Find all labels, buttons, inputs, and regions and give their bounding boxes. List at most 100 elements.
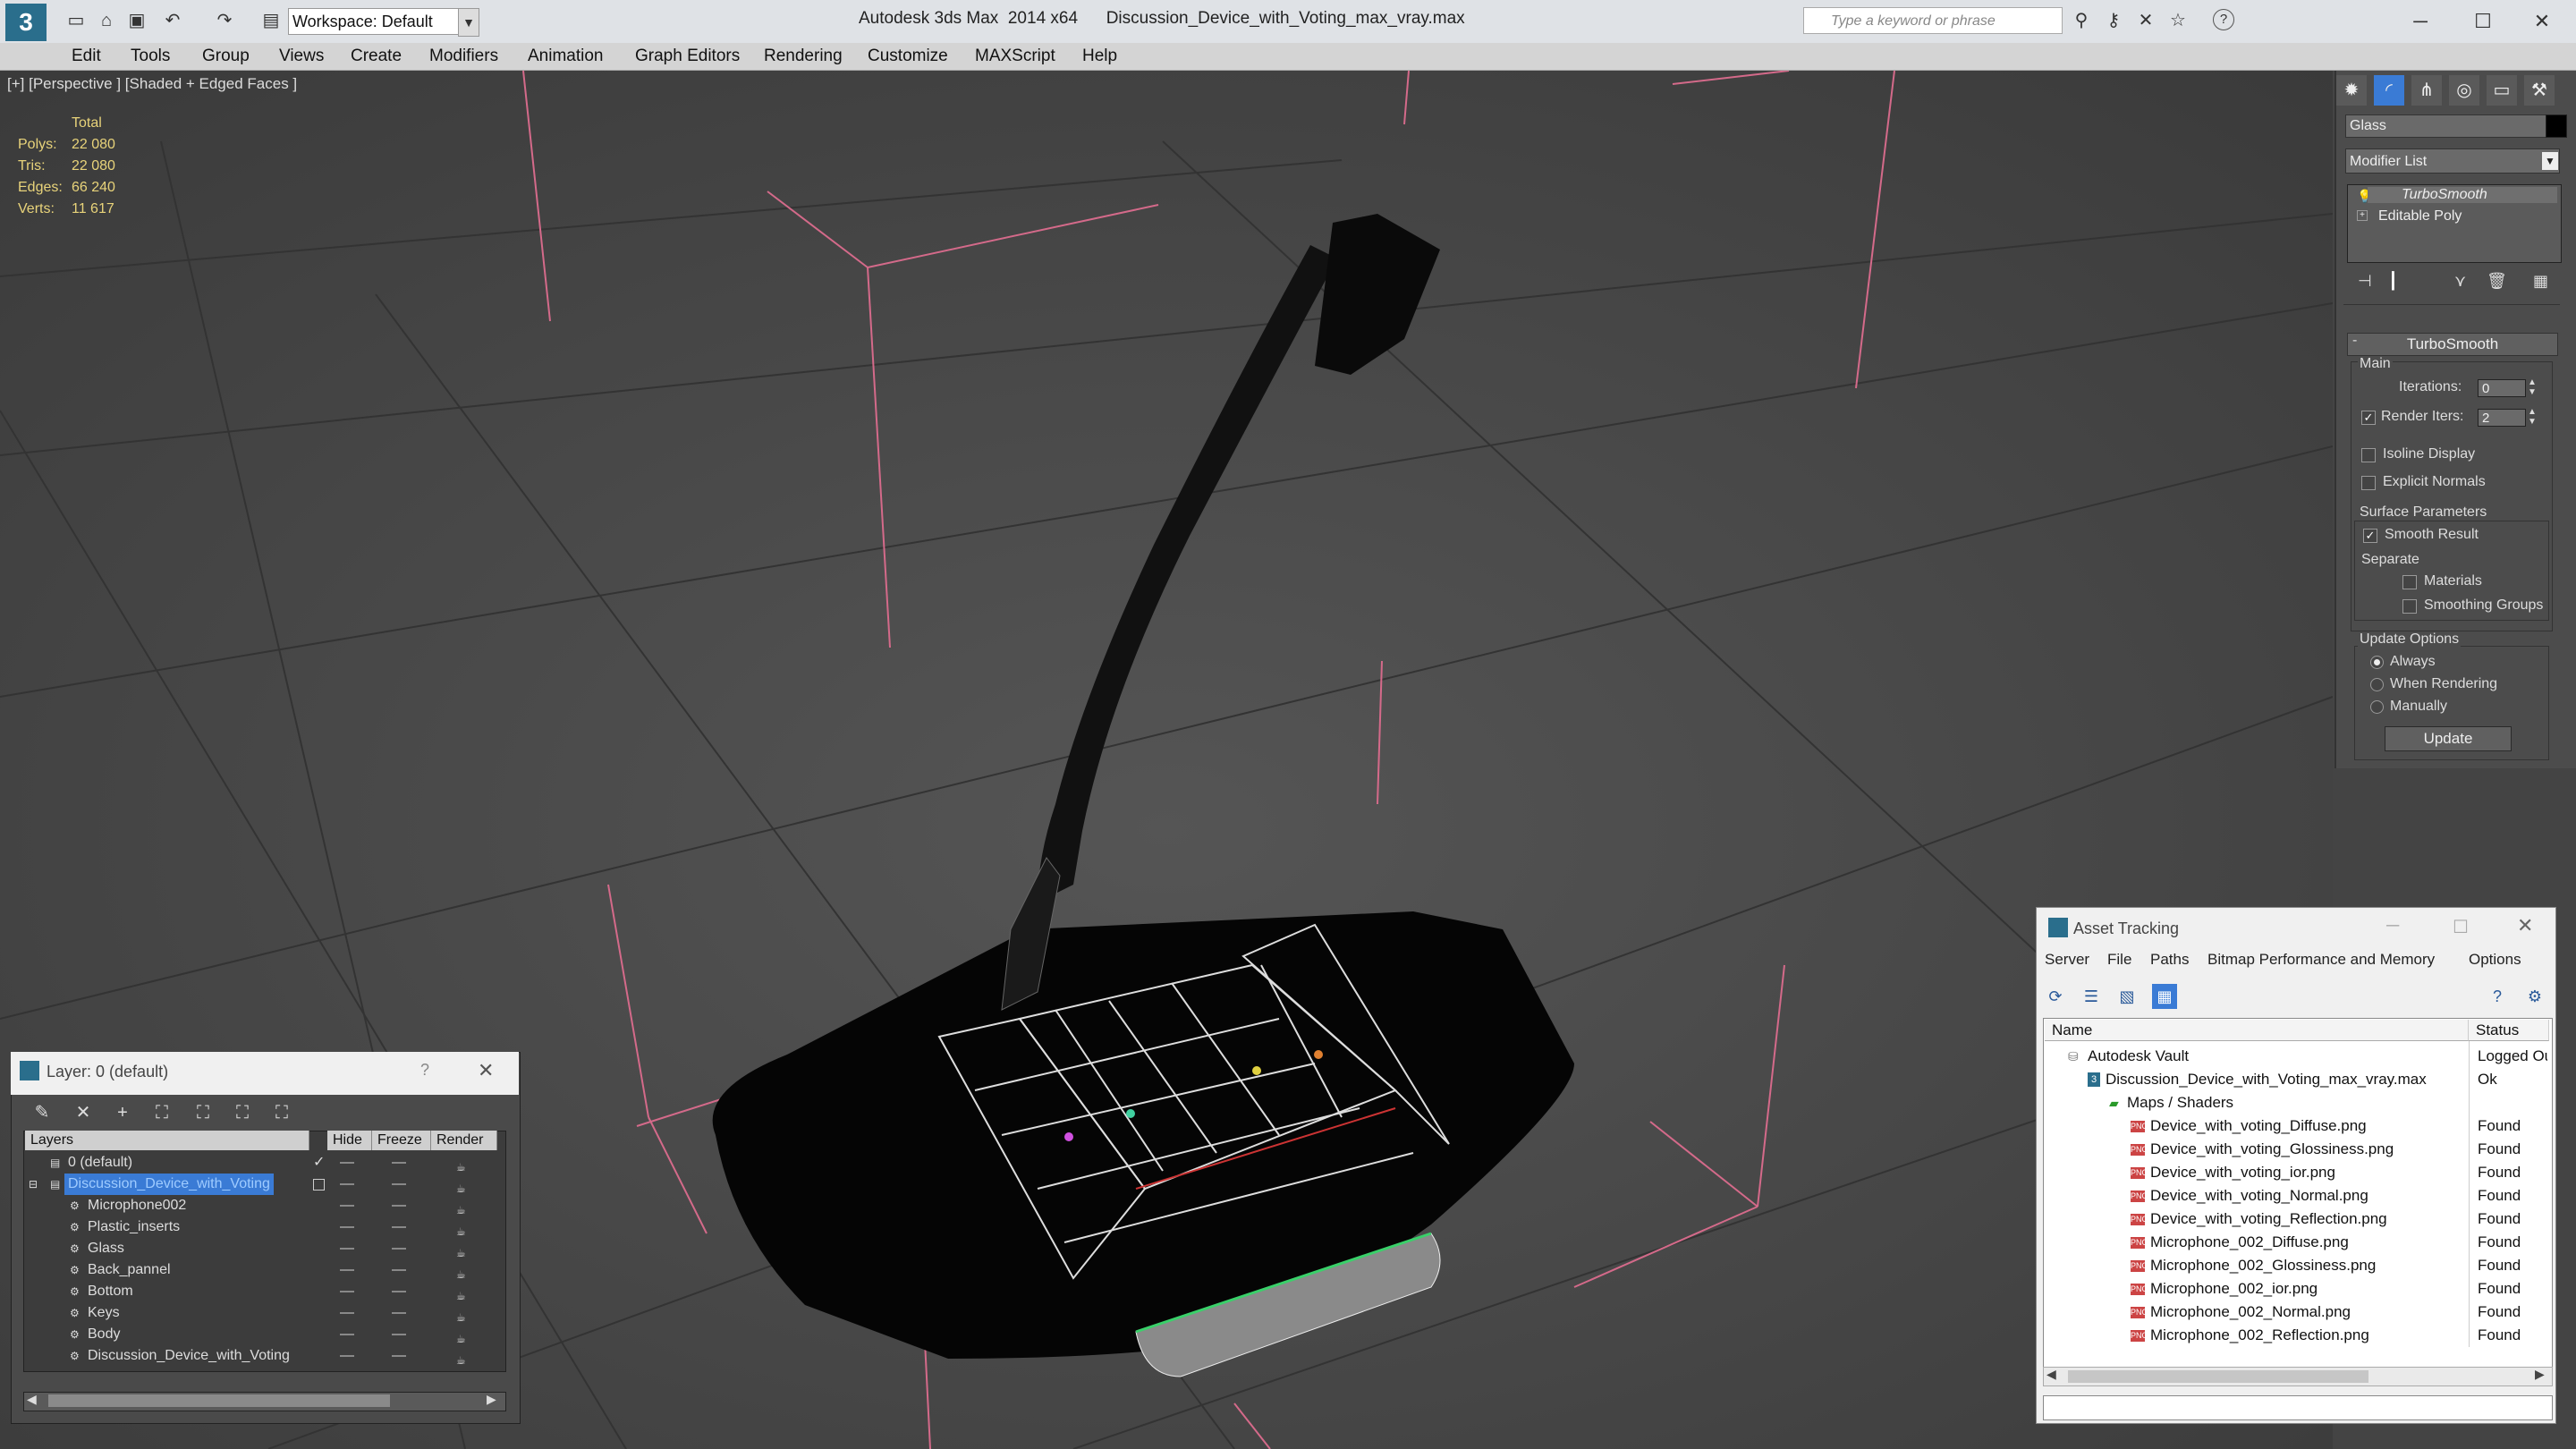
asset-name[interactable]: Autodesk Vault bbox=[2088, 1045, 2189, 1068]
menu-group[interactable]: Group bbox=[202, 45, 250, 68]
spinner-arrows-icon[interactable]: ▲ ▼ bbox=[2528, 407, 2537, 427]
freeze-toggle[interactable] bbox=[392, 1312, 406, 1314]
layer-name[interactable]: Glass bbox=[84, 1238, 128, 1259]
layer-row[interactable]: ⚙ Body ☕ bbox=[25, 1324, 503, 1345]
chevron-down-icon[interactable]: ▼ bbox=[2542, 152, 2558, 170]
chevron-down-icon[interactable]: ▼ bbox=[458, 8, 479, 37]
asset-name[interactable]: Discussion_Device_with_Voting_max_vray.m… bbox=[2106, 1068, 2427, 1091]
workspace-dropdown[interactable]: Workspace: Default bbox=[288, 8, 472, 35]
layer-row[interactable]: ⚙ Glass ☕ bbox=[25, 1238, 503, 1259]
asset-menu-file[interactable]: File bbox=[2107, 951, 2131, 969]
asset-name[interactable]: Device_with_voting_Diffuse.png bbox=[2150, 1114, 2367, 1138]
thumbnail-view-icon[interactable]: ▧ bbox=[2114, 984, 2140, 1009]
menu-rendering[interactable]: Rendering bbox=[764, 45, 843, 68]
menu-edit[interactable]: Edit bbox=[72, 45, 101, 68]
close-icon[interactable]: ✕ bbox=[2515, 4, 2569, 39]
display-tab-icon[interactable]: ▭ bbox=[2487, 75, 2517, 106]
freeze-toggle[interactable] bbox=[392, 1334, 406, 1335]
settings-icon[interactable]: ⚙ bbox=[2522, 984, 2547, 1009]
asset-row[interactable]: PNG Device_with_voting_Normal.png Found bbox=[2045, 1184, 2549, 1208]
motion-tab-icon[interactable]: ◎ bbox=[2449, 75, 2479, 106]
layer-name[interactable]: 0 (default) bbox=[64, 1152, 136, 1174]
layer-row[interactable]: ⚙ Plastic_inserts ☕ bbox=[25, 1216, 503, 1238]
table-view-icon[interactable]: ▦ bbox=[2152, 984, 2177, 1009]
hide-toggle[interactable] bbox=[340, 1205, 354, 1207]
hide-toggle[interactable] bbox=[340, 1248, 354, 1250]
hierarchy-tab-icon[interactable]: ⋔ bbox=[2411, 75, 2442, 106]
create-layer-icon[interactable]: ✎ bbox=[29, 1100, 55, 1125]
help-icon[interactable]: ? bbox=[2213, 9, 2234, 30]
search-input[interactable]: Type a keyword or phrase bbox=[1803, 7, 2063, 34]
minimize-icon[interactable]: ─ bbox=[2386, 916, 2399, 936]
asset-name[interactable]: Device_with_voting_Glossiness.png bbox=[2150, 1138, 2394, 1161]
layer-row[interactable]: ⚙ Microphone002 ☕ bbox=[25, 1195, 503, 1216]
isoline-display-checkbox[interactable] bbox=[2361, 448, 2376, 462]
hide-toggle[interactable] bbox=[340, 1183, 354, 1185]
layer-row[interactable]: ⚙ Keys ☕ bbox=[25, 1302, 503, 1324]
asset-row[interactable]: PNG Device_with_voting_Diffuse.png Found bbox=[2045, 1114, 2549, 1138]
viewport-label[interactable]: [+] [Perspective ] [Shaded + Edged Faces… bbox=[7, 75, 297, 93]
column-header-status[interactable]: Status bbox=[2469, 1020, 2549, 1041]
binoculars-icon[interactable]: ⚲ bbox=[2070, 9, 2093, 32]
menu-help[interactable]: Help bbox=[1082, 45, 1117, 68]
render-teapot-icon[interactable]: ☕ bbox=[456, 1350, 466, 1371]
hide-all-icon[interactable]: ⛶ bbox=[229, 1100, 256, 1125]
update-button[interactable]: Update bbox=[2385, 726, 2512, 751]
asset-row[interactable]: ▰ Maps / Shaders bbox=[2045, 1091, 2549, 1114]
asset-row[interactable]: PNG Device_with_voting_ior.png Found bbox=[2045, 1161, 2549, 1184]
layer-name[interactable]: Plastic_inserts bbox=[84, 1216, 183, 1238]
pin-stack-icon[interactable]: ⊣ bbox=[2358, 272, 2372, 291]
asset-path-field[interactable] bbox=[2043, 1395, 2553, 1420]
freeze-toggle[interactable] bbox=[392, 1291, 406, 1292]
smooth-result-checkbox[interactable]: ✓ bbox=[2363, 529, 2377, 543]
maximize-icon[interactable]: ☐ bbox=[2453, 916, 2469, 938]
layer-row[interactable]: ⚙ Back_pannel ☕ bbox=[25, 1259, 503, 1281]
hide-toggle[interactable] bbox=[340, 1226, 354, 1228]
maximize-icon[interactable]: ☐ bbox=[2456, 4, 2510, 39]
menu-tools[interactable]: Tools bbox=[131, 45, 170, 68]
list-view-icon[interactable]: ☰ bbox=[2079, 984, 2104, 1009]
close-icon[interactable]: ✕ bbox=[2517, 914, 2533, 937]
delete-layer-icon[interactable]: ✕ bbox=[70, 1100, 97, 1125]
modify-tab-icon[interactable]: ◜ bbox=[2374, 75, 2404, 106]
app-logo-button[interactable]: 3 bbox=[5, 4, 47, 41]
freeze-toggle[interactable] bbox=[392, 1162, 406, 1164]
hide-toggle[interactable] bbox=[340, 1291, 354, 1292]
asset-name[interactable]: Maps / Shaders bbox=[2127, 1091, 2233, 1114]
render-iters-spinner[interactable]: 2 bbox=[2478, 409, 2526, 427]
hide-toggle[interactable] bbox=[340, 1312, 354, 1314]
object-name-field[interactable]: Glass bbox=[2345, 114, 2547, 138]
layer-row[interactable]: ▤ 0 (default) ✓ ☕ bbox=[25, 1152, 503, 1174]
freeze-toggle[interactable] bbox=[392, 1205, 406, 1207]
asset-name[interactable]: Device_with_voting_Normal.png bbox=[2150, 1184, 2368, 1208]
manually-radio[interactable] bbox=[2370, 700, 2384, 714]
asset-name[interactable]: Microphone_002_ior.png bbox=[2150, 1277, 2318, 1301]
hide-toggle[interactable] bbox=[340, 1269, 354, 1271]
smoothing-groups-checkbox[interactable] bbox=[2402, 599, 2417, 614]
asset-name[interactable]: Microphone_002_Glossiness.png bbox=[2150, 1254, 2376, 1277]
menu-graph-editors[interactable]: Graph Editors bbox=[635, 45, 740, 68]
asset-menu-options[interactable]: Options bbox=[2469, 951, 2521, 969]
layer-row[interactable]: ⚙ Discussion_Device_with_Voting ☕ bbox=[25, 1345, 503, 1367]
add-to-layer-icon[interactable]: + bbox=[109, 1100, 136, 1125]
layer-name[interactable]: Keys bbox=[84, 1302, 123, 1324]
scroll-right-icon[interactable]: ▶ bbox=[2535, 1367, 2545, 1382]
object-color-swatch[interactable] bbox=[2546, 114, 2567, 138]
expand-plus-icon[interactable]: + bbox=[2357, 210, 2368, 221]
collapse-rollout-icon[interactable]: - bbox=[2352, 333, 2357, 349]
make-unique-icon[interactable]: ⋎ bbox=[2454, 272, 2466, 291]
menu-views[interactable]: Views bbox=[279, 45, 324, 68]
materials-checkbox[interactable] bbox=[2402, 575, 2417, 589]
project-folder-icon[interactable]: ▤ bbox=[259, 9, 283, 32]
asset-row[interactable]: PNG Microphone_002_Reflection.png Found bbox=[2045, 1324, 2549, 1347]
menu-animation[interactable]: Animation bbox=[528, 45, 604, 68]
menu-customize[interactable]: Customize bbox=[868, 45, 948, 68]
column-header-name[interactable]: Name bbox=[2045, 1020, 2469, 1041]
asset-menu-paths[interactable]: Paths bbox=[2150, 951, 2189, 969]
help-icon[interactable]: ? bbox=[2485, 984, 2510, 1009]
layer-name[interactable]: Microphone002 bbox=[84, 1195, 190, 1216]
layer-name[interactable]: Back_pannel bbox=[84, 1259, 174, 1281]
asset-row[interactable]: PNG Microphone_002_Glossiness.png Found bbox=[2045, 1254, 2549, 1277]
asset-name[interactable]: Microphone_002_Diffuse.png bbox=[2150, 1231, 2349, 1254]
asset-row[interactable]: ⛁ Autodesk Vault Logged Out bbox=[2045, 1045, 2549, 1068]
